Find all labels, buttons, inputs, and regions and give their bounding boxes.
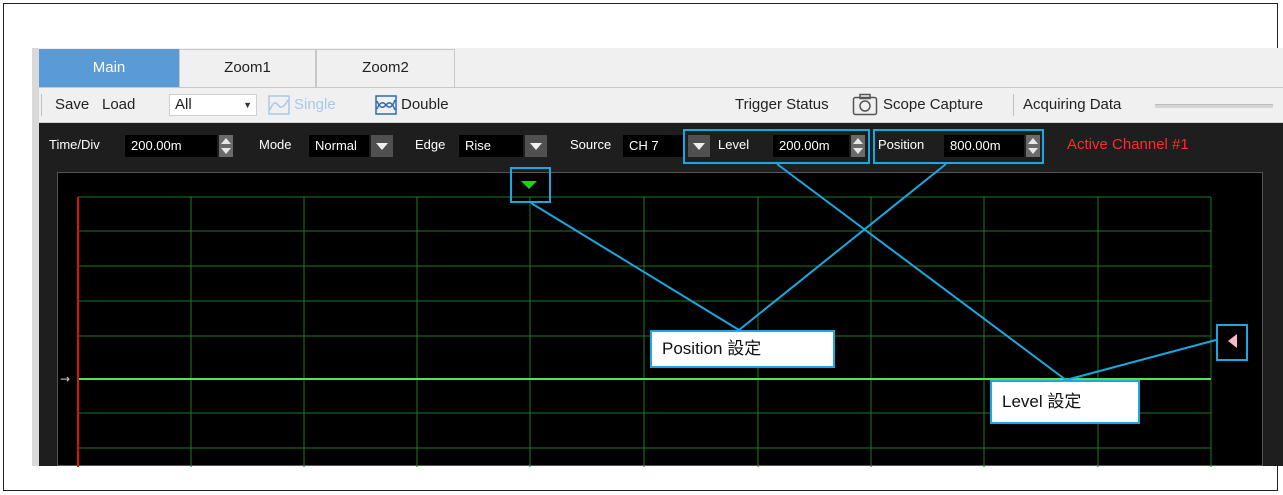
toolbar: Save Load All ▼ Single Double Trigger St… [39,88,1283,123]
camera-icon[interactable] [852,93,878,121]
double-mode-button[interactable]: Double [401,88,449,122]
acquiring-status: Acquiring Data [1023,96,1122,113]
toolbar-divider [41,94,42,116]
source-field[interactable]: CH 7 [623,135,683,157]
toolbar-divider [1013,94,1014,116]
time-div-label: Time/Div [49,137,100,152]
waveform-single-icon [268,95,290,119]
trigger-control-bar: Time/Div 200.00m Mode Normal Edge Rise S… [39,123,1283,167]
mode-field[interactable]: Normal [309,135,369,157]
scope-grid [78,196,1212,467]
tab-bar: Main Zoom1 Zoom2 [39,49,1283,88]
window-edge [32,48,39,466]
tab-main[interactable]: Main [39,49,179,87]
scope-capture-button[interactable]: Scope Capture [883,88,983,122]
edge-dropdown-button[interactable] [525,135,547,157]
mode-dropdown-button[interactable] [371,135,393,157]
position-marker-highlight [510,167,551,203]
active-channel-indicator: Active Channel #1 [1067,136,1189,153]
position-highlight [873,129,1044,164]
load-button[interactable]: Load [102,88,135,122]
level-marker-highlight [1216,324,1248,361]
tab-zoom2[interactable]: Zoom2 [316,49,455,87]
channel-arrow-icon: → [60,372,70,386]
time-div-field[interactable]: 200.00m [125,135,217,157]
load-filter-value: All [175,96,192,113]
mode-label: Mode [259,137,292,152]
tab-zoom1[interactable]: Zoom1 [179,49,316,87]
source-label: Source [570,137,612,152]
edge-label: Edge [415,137,446,152]
edge-field[interactable]: Rise [459,135,523,157]
waveform-double-icon [375,95,397,119]
acquire-progress-bar [1155,104,1273,108]
single-mode-button[interactable]: Single [294,88,336,122]
level-highlight [683,129,870,164]
level-setting-callout: Level 設定 [990,380,1140,424]
save-button[interactable]: Save [55,88,89,122]
position-setting-callout: Position 設定 [650,330,835,368]
load-filter-dropdown[interactable]: All ▼ [169,94,257,116]
chevron-down-icon: ▼ [243,100,252,110]
time-div-spinner[interactable] [219,135,233,157]
trigger-status-label: Trigger Status [735,96,829,113]
